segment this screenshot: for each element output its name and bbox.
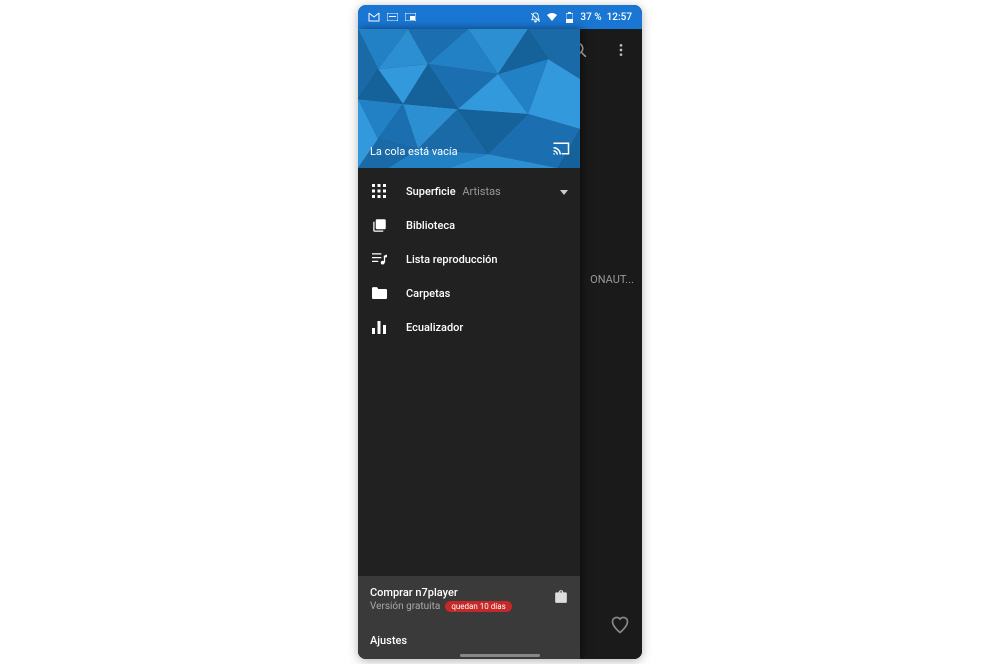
drawer-item-sublabel: Artistas <box>462 185 500 198</box>
battery-icon <box>563 11 575 23</box>
app-content: ONAUT... <box>358 29 642 659</box>
trial-badge: quedan 10 días <box>445 601 511 612</box>
status-bar: 37 % 12:57 <box>358 5 642 29</box>
phone-frame: 37 % 12:57 ONAUT... <box>358 5 642 659</box>
drawer-footer: Comprar n7player Versión gratuita quedan… <box>358 576 580 659</box>
drawer-item-label: Superficie <box>406 185 456 198</box>
purchase-section[interactable]: Comprar n7player Versión gratuita quedan… <box>358 576 580 622</box>
wifi-icon <box>546 11 558 23</box>
drawer-item-folders[interactable]: Carpetas <box>358 276 580 310</box>
chevron-down-icon <box>560 185 568 198</box>
status-left <box>368 11 416 23</box>
version-text: Versión gratuita <box>370 601 440 612</box>
status-right: 37 % 12:57 <box>529 11 632 23</box>
purchase-title: Comprar n7player <box>370 586 568 599</box>
folder-icon <box>370 284 388 302</box>
queue-status-text: La cola está vacía <box>370 145 458 158</box>
pip-icon <box>404 11 416 23</box>
drawer-header[interactable]: La cola está vacía <box>358 29 580 168</box>
background-text: ONAUT... <box>590 273 634 286</box>
battery-percent: 37 % <box>580 12 601 23</box>
drawer-item-equalizer[interactable]: Ecualizador <box>358 310 580 344</box>
cast-button[interactable] <box>552 141 570 160</box>
drawer-item-surface[interactable]: Superficie Artistas <box>358 174 580 208</box>
drawer-item-label: Biblioteca <box>406 219 455 232</box>
clock: 12:57 <box>607 12 632 23</box>
drawer-item-library[interactable]: Biblioteca <box>358 208 580 242</box>
shop-icon <box>554 588 568 607</box>
drawer-item-label: Carpetas <box>406 287 450 300</box>
favorite-button[interactable] <box>610 615 630 639</box>
drawer-items: Superficie Artistas Biblioteca <box>358 168 580 576</box>
library-icon <box>370 216 388 234</box>
more-menu-button[interactable] <box>606 35 636 65</box>
dnd-icon <box>529 11 541 23</box>
drawer-item-label: Ecualizador <box>406 321 463 334</box>
home-indicator[interactable] <box>460 654 540 657</box>
drawer-item-label: Lista reproducción <box>406 253 498 266</box>
playlist-icon <box>370 250 388 268</box>
drawer-item-playlist[interactable]: Lista reproducción <box>358 242 580 276</box>
gmail-icon <box>368 11 380 23</box>
grid-icon <box>370 182 388 200</box>
card-icon <box>386 11 398 23</box>
navigation-drawer: La cola está vacía Superficie Artistas <box>358 29 580 659</box>
settings-label: Ajustes <box>370 634 407 647</box>
equalizer-icon <box>370 318 388 336</box>
